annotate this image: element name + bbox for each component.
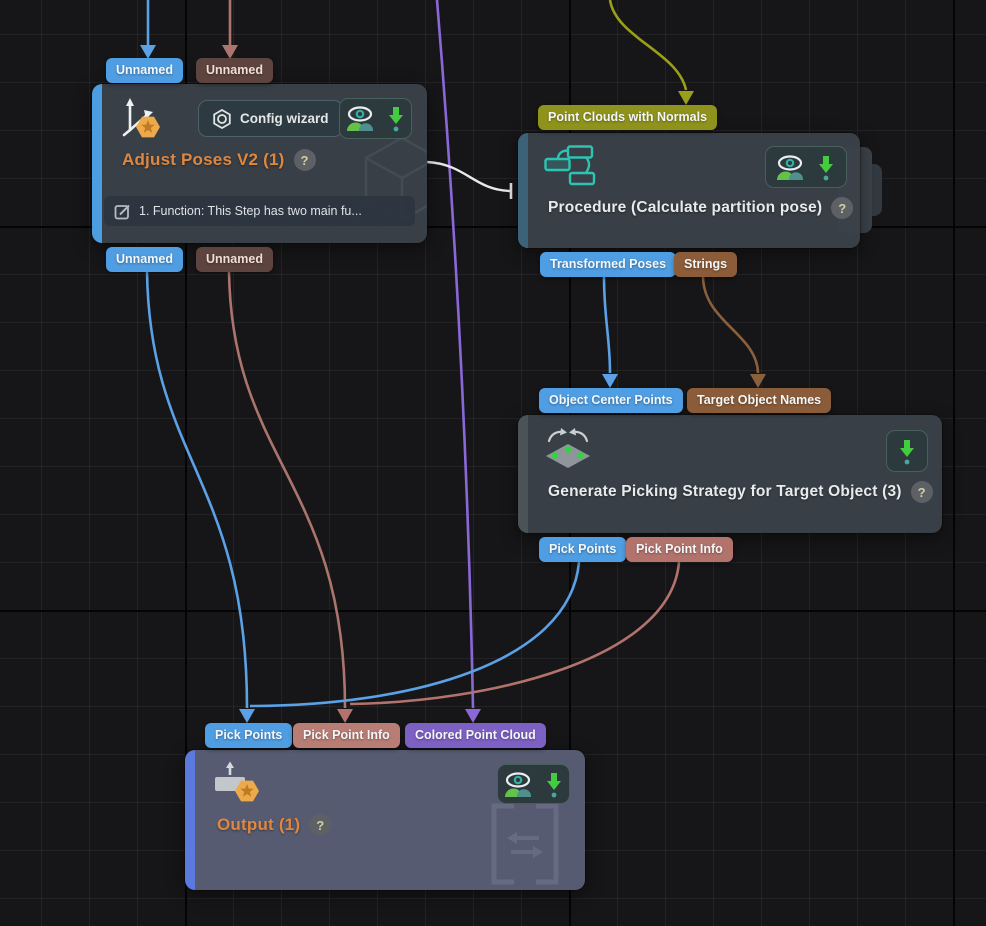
generate-download-button[interactable] [886,430,928,472]
edit-note-icon [114,203,131,220]
generate-accent-bar [518,415,528,533]
output-icon [213,760,261,806]
download-icon [897,438,917,465]
visualize-eye-icon[interactable] [504,771,532,798]
wire-strings-to-target-object-names[interactable] [703,277,758,373]
port-adjust-out-unnamed-1[interactable]: Unnamed [106,247,183,272]
generate-help-badge[interactable]: ? [911,481,933,503]
adjust-title-row: Adjust Poses V2 (1) ? [122,149,316,171]
wire-generate-pick-points-to-output[interactable] [250,562,579,706]
generate-title: Generate Picking Strategy for Target Obj… [548,483,902,501]
adjust-note-text: 1. Function: This Step has two main fu..… [139,204,362,218]
config-wizard-button[interactable]: Config wizard [198,100,343,137]
picking-strategy-icon [544,427,592,471]
adjust-accent-bar [92,84,102,243]
config-wizard-label: Config wizard [240,111,329,126]
generate-title-row: Generate Picking Strategy for Target Obj… [548,481,933,503]
node-procedure-calculate-partition-pose[interactable]: Procedure (Calculate partition pose) ? [518,133,860,248]
arrowhead-object-center-points [602,374,618,388]
arrowhead-output-pick-points [239,709,255,723]
wire-transformed-poses-to-object-center-points[interactable] [604,277,610,373]
port-adjust-in-unnamed-2[interactable]: Unnamed [196,58,273,83]
port-output-in-pick-points[interactable]: Pick Points [205,723,292,748]
procedure-accent-bar [518,133,528,248]
node-generate-picking-strategy[interactable]: Generate Picking Strategy for Target Obj… [518,415,942,533]
visualize-eye-icon[interactable] [776,154,804,181]
port-generate-out-pick-points[interactable]: Pick Points [539,537,626,562]
port-procedure-out-transformed-poses[interactable]: Transformed Poses [540,252,676,277]
wire-adjust-unnamed-to-output-pick-points[interactable] [147,272,247,708]
port-adjust-out-unnamed-2[interactable]: Unnamed [196,247,273,272]
output-view-buttons [497,764,570,804]
adjust-help-badge[interactable]: ? [294,149,316,171]
arrowhead-target-object-names [750,374,766,388]
adjust-poses-icon [116,94,162,140]
port-procedure-out-strings[interactable]: Strings [674,252,737,277]
wire-adjust-unnamed-to-output-pick-point-info[interactable] [229,272,345,708]
wire-generate-pick-point-info-to-output[interactable] [350,562,679,704]
port-generate-in-object-center-points[interactable]: Object Center Points [539,388,683,413]
output-title-row: Output (1) ? [217,814,331,836]
port-procedure-in-point-clouds-with-normals[interactable]: Point Clouds with Normals [538,105,717,130]
wire-adjust-to-procedure[interactable] [427,162,510,191]
download-icon[interactable] [816,154,836,181]
arrowhead-output-pick-point-info [337,709,353,723]
node-graph-canvas[interactable]: Config wizard Adjust Poses V2 (1) ? 1. [0,0,986,926]
arrowhead-point-clouds-with-normals [678,91,694,105]
node-output[interactable]: Output (1) ? [185,750,585,890]
arrowhead-output-colored-point-cloud [465,709,481,723]
adjust-view-buttons [339,98,412,139]
arrowhead-adjust-unnamed-2 [222,45,238,59]
procedure-view-buttons [765,146,847,188]
wire-into-colored-point-cloud[interactable] [437,0,473,708]
download-icon[interactable] [386,105,406,132]
arrowhead-adjust-unnamed-1 [140,45,156,59]
io-swap-watermark [485,802,565,886]
visualize-eye-icon[interactable] [346,105,374,132]
procedure-title: Procedure (Calculate partition pose) [548,199,822,217]
output-help-badge[interactable]: ? [309,814,331,836]
download-icon[interactable] [544,771,564,798]
config-wizard-icon [212,109,232,129]
output-title: Output (1) [217,815,300,835]
node-adjust-poses-v2[interactable]: Config wizard Adjust Poses V2 (1) ? 1. [92,84,427,243]
port-output-in-pick-point-info[interactable]: Pick Point Info [293,723,400,748]
adjust-note[interactable]: 1. Function: This Step has two main fu..… [104,196,415,226]
procedure-title-row: Procedure (Calculate partition pose) ? [548,197,853,219]
adjust-title: Adjust Poses V2 (1) [122,150,285,170]
port-generate-in-target-object-names[interactable]: Target Object Names [687,388,831,413]
procedure-icon [544,145,596,187]
port-output-in-colored-point-cloud[interactable]: Colored Point Cloud [405,723,546,748]
wire-into-point-clouds-with-normals[interactable] [610,0,686,90]
port-generate-out-pick-point-info[interactable]: Pick Point Info [626,537,733,562]
procedure-help-badge[interactable]: ? [831,197,853,219]
port-adjust-in-unnamed-1[interactable]: Unnamed [106,58,183,83]
output-accent-bar [185,750,195,890]
